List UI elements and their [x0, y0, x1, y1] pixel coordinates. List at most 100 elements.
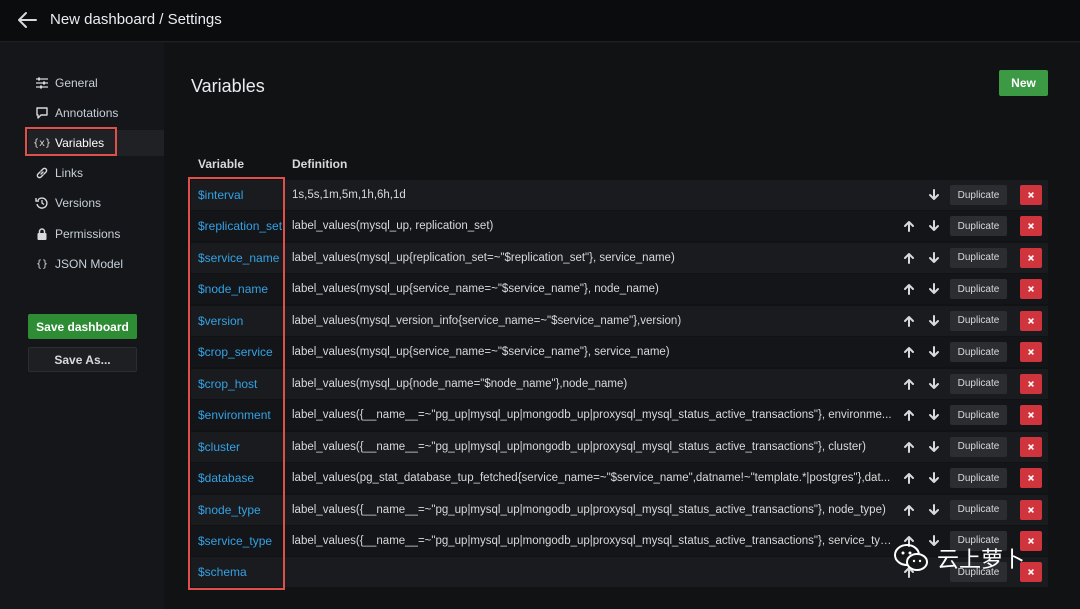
variable-name-link[interactable]: $node_name [198, 282, 268, 296]
move-down-icon[interactable] [927, 251, 941, 265]
move-up-icon[interactable] [902, 408, 916, 422]
variable-definition: label_values({__name__=~"pg_up|mysql_up|… [292, 534, 892, 547]
variable-name-link[interactable]: $node_type [198, 503, 261, 517]
variable-definition: 1s,5s,1m,5m,1h,6h,1d [292, 189, 406, 201]
arrow-left-icon[interactable] [16, 9, 38, 31]
duplicate-button[interactable]: Duplicate [950, 216, 1007, 237]
variable-name-link[interactable]: $cluster [198, 440, 240, 454]
variable-definition: label_values(mysql_up, replication_set) [292, 220, 494, 233]
close-icon [1028, 349, 1034, 356]
move-down-icon[interactable] [927, 377, 941, 391]
variable-name-link[interactable]: $service_type [198, 534, 272, 548]
move-down-icon[interactable] [927, 503, 941, 517]
move-up-icon[interactable] [902, 503, 916, 517]
delete-button[interactable] [1020, 436, 1042, 457]
sidebar-item-label: Permissions [55, 227, 121, 241]
table-row: $node_type label_values({__name__=~"pg_up… [191, 494, 1048, 525]
save-as-button[interactable]: Save As... [28, 347, 137, 372]
duplicate-button[interactable]: Duplicate [950, 310, 1007, 331]
delete-button[interactable] [1020, 405, 1042, 426]
duplicate-button[interactable]: Duplicate [950, 499, 1007, 520]
variable-name-link[interactable]: $schema [198, 565, 247, 579]
move-down-icon[interactable] [927, 471, 941, 485]
close-icon [1028, 223, 1034, 230]
move-up-icon[interactable] [902, 219, 916, 233]
table-row: $node_name label_values(mysql_up{service_… [191, 274, 1048, 305]
duplicate-button[interactable]: Duplicate [950, 468, 1007, 489]
duplicate-button[interactable]: Duplicate [950, 530, 1007, 551]
duplicate-button[interactable]: Duplicate [950, 562, 1007, 583]
sidebar-item-json-model[interactable]: {} JSON Model [28, 251, 164, 277]
move-down-icon[interactable] [927, 188, 941, 202]
delete-button[interactable] [1020, 373, 1042, 394]
column-header-definition: Definition [292, 157, 348, 171]
save-dashboard-button[interactable]: Save dashboard [28, 314, 137, 339]
move-down-icon[interactable] [927, 219, 941, 233]
delete-button[interactable] [1020, 216, 1042, 237]
delete-button[interactable] [1020, 185, 1042, 205]
delete-button[interactable] [1020, 279, 1042, 300]
move-down-icon[interactable] [927, 408, 941, 422]
duplicate-button[interactable]: Duplicate [950, 373, 1007, 394]
top-bar: New dashboard / Settings [0, 0, 1080, 42]
variable-definition: label_values(mysql_up{service_name=~"$se… [292, 346, 670, 359]
delete-button[interactable] [1020, 530, 1042, 551]
table-row: $crop_host label_values(mysql_up{node_nam… [191, 368, 1048, 399]
table-row: $interval 1s,5s,1m,5m,1h,6h,1d Duplicate [191, 180, 1048, 210]
move-up-icon[interactable] [902, 345, 916, 359]
new-variable-button[interactable]: New [999, 70, 1048, 96]
duplicate-button[interactable]: Duplicate [950, 342, 1007, 363]
move-up-icon[interactable] [902, 314, 916, 328]
variable-name-link[interactable]: $crop_host [198, 377, 257, 391]
duplicate-button[interactable]: Duplicate [950, 185, 1007, 205]
close-icon [1028, 537, 1034, 544]
history-icon [35, 197, 48, 209]
close-icon [1028, 412, 1034, 419]
duplicate-button[interactable]: Duplicate [950, 405, 1007, 426]
close-icon [1028, 443, 1034, 450]
sliders-icon [36, 77, 48, 89]
move-down-icon[interactable] [927, 345, 941, 359]
delete-button[interactable] [1020, 247, 1042, 268]
link-icon [36, 167, 48, 179]
sidebar-item-label: Annotations [55, 106, 119, 120]
delete-button[interactable] [1020, 468, 1042, 489]
variable-name-link[interactable]: $replication_set [198, 219, 282, 233]
duplicate-button[interactable]: Duplicate [950, 279, 1007, 300]
variable-name-link[interactable]: $version [198, 314, 243, 328]
table-row: $version label_values(mysql_version_info{… [191, 305, 1048, 336]
delete-button[interactable] [1020, 562, 1042, 583]
delete-button[interactable] [1020, 499, 1042, 520]
move-up-icon[interactable] [902, 471, 916, 485]
sidebar-item-general[interactable]: General [28, 70, 164, 96]
move-up-icon[interactable] [902, 282, 916, 296]
variable-name-link[interactable]: $service_name [198, 251, 279, 265]
table-row: $database label_values(pg_stat_database_t… [191, 463, 1048, 494]
sidebar-item-annotations[interactable]: Annotations [28, 100, 164, 126]
sidebar-item-permissions[interactable]: Permissions [28, 221, 164, 247]
variable-name-link[interactable]: $database [198, 471, 254, 485]
move-down-icon[interactable] [927, 282, 941, 296]
move-up-icon[interactable] [902, 534, 916, 548]
sidebar-item-versions[interactable]: Versions [28, 190, 164, 216]
close-icon [1028, 380, 1034, 387]
close-icon [1028, 254, 1034, 261]
duplicate-button[interactable]: Duplicate [950, 247, 1007, 268]
sidebar-item-variables[interactable]: {x} Variables [28, 130, 164, 156]
variable-name-link[interactable]: $environment [198, 408, 271, 422]
move-up-icon[interactable] [902, 377, 916, 391]
delete-button[interactable] [1020, 342, 1042, 363]
variable-name-link[interactable]: $interval [198, 188, 243, 202]
sidebar-item-label: JSON Model [55, 257, 124, 271]
move-down-icon[interactable] [927, 314, 941, 328]
variable-name-link[interactable]: $crop_service [198, 345, 273, 359]
move-up-icon[interactable] [902, 251, 916, 265]
move-down-icon[interactable] [927, 534, 941, 548]
duplicate-button[interactable]: Duplicate [950, 436, 1007, 457]
move-up-icon[interactable] [902, 440, 916, 454]
move-up-icon[interactable] [902, 565, 916, 579]
delete-button[interactable] [1020, 310, 1042, 331]
sidebar-item-links[interactable]: Links [28, 160, 164, 186]
page-title: New dashboard / Settings [50, 11, 222, 28]
move-down-icon[interactable] [927, 440, 941, 454]
